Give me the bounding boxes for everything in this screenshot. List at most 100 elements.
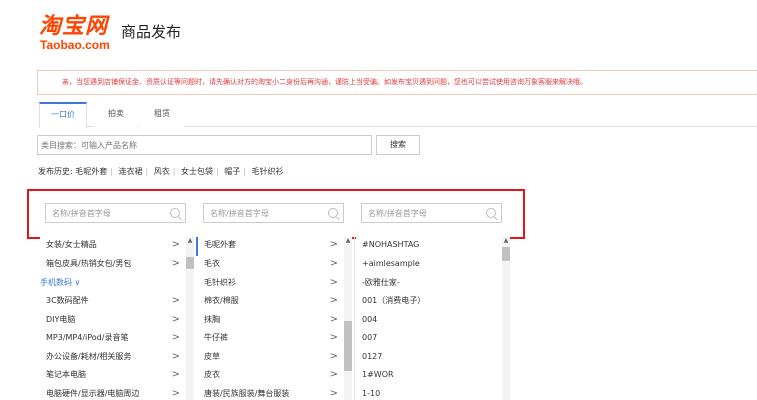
tab-auction[interactable]: 拍卖: [94, 102, 138, 127]
category-item[interactable]: 棉衣/棉服 >: [198, 293, 344, 312]
chevron-right-icon: >: [171, 388, 180, 399]
column3-scroll-thumb[interactable]: [502, 247, 510, 261]
category-item[interactable]: 抹胸 >: [198, 312, 344, 331]
brand-item[interactable]: 1#WOR: [356, 367, 502, 386]
category-item-label: 皮草: [204, 352, 220, 361]
brand-item-label: 1-10: [362, 389, 381, 398]
category-item[interactable]: 箱包皮具/热销女包/男包 >: [40, 256, 196, 275]
category-item-label: 牛仔裤: [204, 333, 228, 342]
column3-search-input[interactable]: 名称/拼音首字母: [361, 203, 502, 223]
column3-scrollbar[interactable]: ▲: [502, 237, 510, 400]
history-separator: |: [172, 167, 176, 176]
history-separator: |: [145, 167, 149, 176]
chevron-right-icon: >: [329, 332, 338, 343]
category-item-label: 3C数码配件: [46, 296, 89, 305]
brand-item-label: #NOHASHTAG: [362, 240, 420, 249]
scroll-up-icon[interactable]: ▲: [502, 237, 510, 245]
brand-item[interactable]: -欧雅仕家-: [356, 275, 502, 294]
category-item-label: 毛呢外套: [204, 240, 236, 249]
history-item[interactable]: 帽子: [224, 166, 240, 178]
category-item[interactable]: 毛针织衫 >: [198, 275, 344, 294]
search-button[interactable]: 搜索: [376, 135, 420, 155]
column1-search-placeholder: 名称/拼音首字母: [52, 209, 111, 218]
brand-item-label: 004: [362, 315, 378, 324]
history-item[interactable]: 风衣: [154, 166, 170, 178]
history-item[interactable]: 连衣裙: [119, 166, 143, 178]
history-item[interactable]: 毛针织衫: [252, 166, 284, 178]
column2-scrollbar[interactable]: ▲: [344, 237, 352, 400]
brand-item-label: -欧雅仕家-: [362, 278, 400, 287]
chevron-right-icon: >: [171, 239, 180, 250]
category-item[interactable]: 笔记本电脑 >: [40, 367, 196, 386]
category-item[interactable]: 皮草 >: [198, 349, 344, 368]
chevron-right-icon: >: [171, 369, 180, 380]
category-group-header[interactable]: 手机数码 ∨: [40, 275, 196, 294]
chevron-right-icon: >: [329, 369, 338, 380]
brand-item[interactable]: 004: [356, 312, 502, 331]
search-icon: [486, 208, 496, 218]
taobao-logo[interactable]: 淘宝网 Taobao.com: [39, 14, 119, 54]
category-item[interactable]: DIY电脑 >: [40, 312, 196, 331]
category-search-input[interactable]: [37, 135, 372, 155]
column-divider: [354, 237, 355, 400]
pricing-tabs: 一口价 拍卖 租赁: [39, 102, 757, 128]
scroll-up-icon[interactable]: ▲: [186, 237, 194, 245]
category-column-2: 毛呢外套 > 毛衣 > 毛针织衫 > 棉衣/棉服 > 抹胸 > 牛仔裤 > 皮草 > 皮衣 > …: [198, 237, 344, 400]
tab-fixed-price[interactable]: 一口价: [39, 102, 87, 128]
chevron-right-icon: >: [171, 351, 180, 362]
chevron-right-icon: >: [171, 332, 180, 343]
category-item[interactable]: 3C数码配件 >: [40, 293, 196, 312]
history-separator: |: [110, 167, 113, 176]
category-item-label: 棉衣/棉服: [204, 296, 239, 305]
category-item-label: 女装/女士精品: [46, 240, 97, 249]
chevron-right-icon: >: [329, 277, 338, 288]
history-label: 发布历史:: [38, 167, 73, 176]
category-item[interactable]: 电脑硬件/显示器/电脑周边 >: [40, 386, 196, 400]
brand-item[interactable]: 007: [356, 330, 502, 349]
search-icon: [328, 208, 338, 218]
category-item-label: 办公设备/耗材/相关服务: [46, 352, 132, 361]
notice-banner: 亲，当您遇到店铺保证金、资质认证等问题时，请先确认对方的淘宝小二身份后再沟通，谨…: [37, 70, 757, 95]
column2-search-input[interactable]: 名称/拼音首字母: [203, 203, 344, 223]
tab-rental[interactable]: 租赁: [140, 102, 184, 127]
category-item[interactable]: 牛仔裤 >: [198, 330, 344, 349]
category-item[interactable]: 皮衣 >: [198, 367, 344, 386]
category-item-label: 笔记本电脑: [46, 370, 86, 379]
chevron-right-icon: >: [171, 295, 180, 306]
chevron-right-icon: >: [171, 258, 180, 269]
brand-item[interactable]: 0127: [356, 349, 502, 368]
scroll-up-icon[interactable]: ▲: [344, 237, 352, 245]
chevron-right-icon: >: [329, 239, 338, 250]
category-item[interactable]: 办公设备/耗材/相关服务 >: [40, 349, 196, 368]
chevron-right-icon: >: [329, 258, 338, 269]
brand-item[interactable]: 1-10: [356, 386, 502, 400]
history-item[interactable]: 女士包袋: [181, 166, 213, 178]
category-item[interactable]: 毛呢外套 >: [198, 237, 344, 256]
category-item-label: 唐装/民族服装/舞台服装: [204, 389, 290, 398]
category-item[interactable]: 女装/女士精品 >: [40, 237, 196, 256]
brand-item-label: 0127: [362, 352, 383, 361]
column1-scrollbar[interactable]: ▲: [186, 237, 194, 400]
page-title: 商品发布: [121, 23, 182, 41]
category-item[interactable]: 毛衣 >: [198, 256, 344, 275]
brand-item-label: 007: [362, 333, 378, 342]
column1-search-input[interactable]: 名称/拼音首字母: [45, 203, 186, 223]
brand-item[interactable]: #NOHASHTAG: [356, 237, 502, 256]
publish-history: 发布历史: 毛呢外套 | 连衣裙 | 风衣 | 女士包袋 | 帽子 | 毛针织衫: [38, 166, 284, 178]
history-separator: |: [216, 167, 219, 176]
category-column-1: 女装/女士精品 > 箱包皮具/热销女包/男包 > 手机数码 ∨ 3C数码配件 > DI…: [40, 237, 196, 400]
brand-item[interactable]: +aimlesample: [356, 256, 502, 275]
category-item[interactable]: 唐装/民族服装/舞台服装 >: [198, 386, 344, 400]
history-item[interactable]: 毛呢外套: [75, 166, 107, 178]
column2-scroll-thumb[interactable]: [344, 321, 352, 371]
chevron-right-icon: >: [329, 388, 338, 399]
chevron-right-icon: >: [329, 351, 338, 362]
brand-item[interactable]: 001（消费电子）: [356, 293, 502, 312]
column1-scroll-thumb[interactable]: [186, 257, 194, 269]
category-item-label: 电脑硬件/显示器/电脑周边: [46, 389, 140, 398]
column3-search-placeholder: 名称/拼音首字母: [368, 209, 427, 218]
category-item[interactable]: MP3/MP4/iPod/录音笔 >: [40, 330, 196, 349]
category-item-label: 毛针织衫: [204, 278, 236, 287]
brand-item-label: +aimlesample: [362, 259, 420, 268]
category-item-label: 皮衣: [204, 370, 220, 379]
